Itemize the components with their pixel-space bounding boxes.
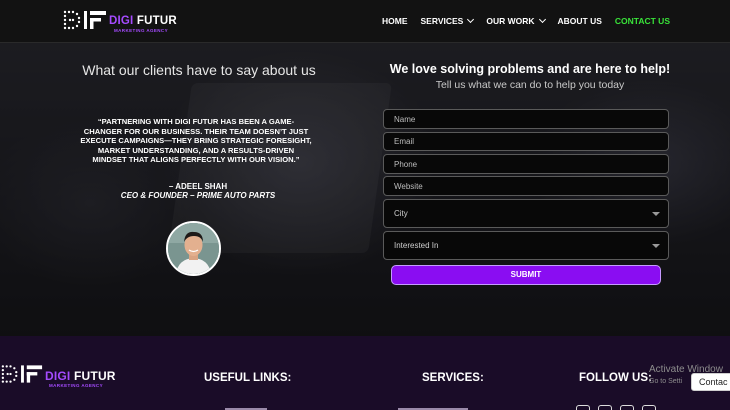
dropdown-arrow-icon: [652, 211, 660, 216]
phone-field-wrapper: [383, 154, 669, 174]
website-field-wrapper: [383, 176, 669, 196]
nav-contact-us[interactable]: CONTACT US: [615, 16, 670, 26]
footer-logo[interactable]: DIGI FUTUR MARKETING AGENCY: [0, 362, 120, 392]
services-heading: SERVICES:: [422, 372, 484, 384]
form-subheading: Tell us what we can do to help you today: [435, 79, 625, 91]
form-heading: We love solving problems and are here to…: [389, 62, 671, 76]
footer-brand-part1: DIGI: [45, 369, 71, 383]
interested-in-select[interactable]: Interested In: [383, 231, 669, 260]
nav-home[interactable]: HOME: [382, 16, 408, 26]
nav-about-us[interactable]: ABOUT US: [558, 16, 602, 26]
nav-about-us-label: ABOUT US: [557, 16, 602, 26]
nav-our-work[interactable]: OUR WORK: [486, 15, 546, 26]
brand-name: DIGI FUTUR: [109, 15, 177, 27]
avatar: [166, 221, 221, 276]
top-nav: DIGI FUTUR MARKETING AGENCY HOME SERVICE…: [0, 0, 730, 43]
brand-name-part2: FUTUR: [136, 15, 177, 27]
name-field-wrapper: [383, 109, 669, 129]
nav-our-work-label: OUR WORK: [486, 16, 535, 26]
facebook-icon[interactable]: [576, 405, 590, 410]
instagram-icon[interactable]: [598, 405, 612, 410]
email-field-wrapper: [383, 132, 669, 151]
brand-tagline: MARKETING AGENCY: [114, 28, 168, 33]
name-input[interactable]: [394, 114, 668, 124]
activate-windows-subtitle: Go to Setti: [649, 378, 683, 385]
testimonial-role: CEO & FOUNDER – PRIME AUTO PARTS: [120, 191, 276, 200]
chevron-down-icon: [538, 15, 546, 24]
follow-us-heading: FOLLOW US:: [579, 372, 652, 384]
nav-services-label: SERVICES: [420, 16, 464, 26]
email-input[interactable]: [394, 137, 668, 146]
contact-hero: What our clients have to say about us “P…: [0, 43, 730, 336]
phone-input[interactable]: [394, 159, 668, 169]
avatar-portrait-icon: [168, 223, 219, 274]
city-select-label: City: [394, 209, 408, 218]
logo-mark-icon: [1, 365, 43, 383]
dropdown-arrow-icon: [652, 243, 660, 248]
website-input[interactable]: [394, 181, 668, 191]
youtube-icon[interactable]: [642, 405, 656, 410]
footer: DIGI FUTUR MARKETING AGENCY USEFUL LINKS…: [0, 336, 730, 410]
brand-name-part1: DIGI: [109, 15, 134, 27]
testimonial-heading: What our clients have to say about us: [82, 62, 316, 78]
logo-mark-icon: [63, 10, 106, 30]
interested-in-label: Interested In: [394, 241, 439, 250]
linkedin-icon[interactable]: [620, 405, 634, 410]
nav-services[interactable]: SERVICES: [420, 15, 475, 26]
footer-brand-name: DIGI FUTUR: [45, 369, 116, 383]
testimonial-author: – ADEEL SHAH: [168, 182, 228, 191]
nav-contact-us-label: CONTACT US: [614, 16, 670, 26]
footer-brand-tagline: MARKETING AGENCY: [49, 383, 103, 388]
contact-widget-button[interactable]: Contac: [691, 373, 730, 391]
footer-brand-part2: FUTUR: [74, 369, 116, 383]
hero-content: What our clients have to say about us “P…: [0, 43, 730, 336]
main-menu: HOME SERVICES OUR WORK ABOUT US CONTACT …: [369, 15, 670, 26]
nav-home-label: HOME: [382, 16, 408, 26]
useful-links-heading: USEFUL LINKS:: [204, 372, 292, 384]
submit-button[interactable]: SUBMIT: [391, 265, 661, 285]
testimonial-quote: “PARTNERING WITH DIGI FUTUR HAS BEEN A G…: [80, 117, 312, 165]
city-select[interactable]: City: [383, 199, 669, 228]
chevron-down-icon: [467, 15, 475, 24]
brand-logo[interactable]: DIGI FUTUR MARKETING AGENCY: [62, 8, 177, 36]
